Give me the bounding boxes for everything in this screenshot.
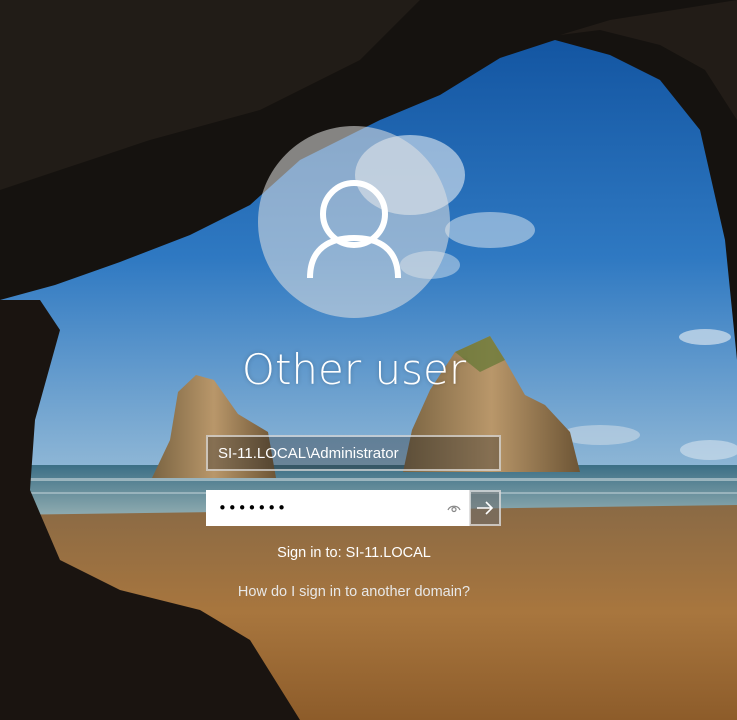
- user-icon: [307, 180, 401, 279]
- username-field[interactable]: [206, 435, 501, 471]
- other-domain-help-link[interactable]: How do I sign in to another domain?: [0, 584, 708, 600]
- sign-in-domain-text: Sign in to: SI-11.LOCAL: [277, 545, 431, 561]
- user-avatar: [258, 126, 450, 318]
- user-display-name: Other user: [241, 345, 467, 394]
- arrow-right-icon: [477, 501, 494, 515]
- password-input[interactable]: [208, 492, 438, 524]
- username-input[interactable]: [208, 437, 499, 469]
- sign-in-panel: Other user Sign in to: SI-11.LOCAL How d…: [0, 0, 737, 720]
- password-field[interactable]: [206, 490, 470, 526]
- eye-icon[interactable]: [446, 500, 462, 516]
- submit-button[interactable]: [469, 490, 501, 526]
